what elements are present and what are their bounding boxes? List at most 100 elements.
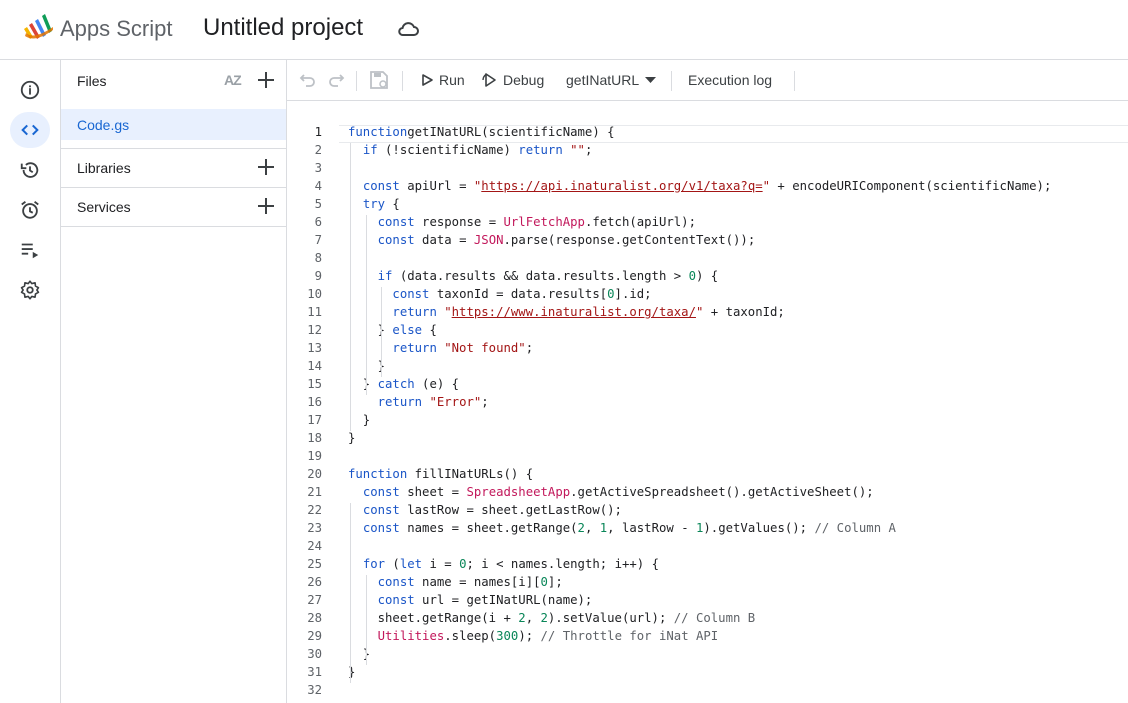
code-editor[interactable]: 1 functiongetINatURL(scientificName) {2 i… [287,101,1128,703]
line-number: 18 [307,431,322,445]
app-name[interactable]: Apps Script [60,16,173,42]
code-line[interactable]: } [348,413,370,427]
line-number: 21 [307,485,322,499]
triggers-nav-button[interactable] [10,192,50,228]
separator [356,71,357,91]
debug-label: Debug [503,72,545,88]
indent-guide [365,215,367,395]
line-number: 16 [307,395,322,409]
history-icon [20,162,39,178]
line-number: 23 [307,521,322,535]
code-line[interactable]: Utilities.sleep(300); // Throttle for iN… [348,629,719,643]
code-line[interactable]: const data = JSON.parse(response.getCont… [348,233,756,247]
sort-az-button[interactable]: AZ [224,72,242,88]
code-line[interactable]: const response = UrlFetchApp.fetch(apiUr… [348,215,696,229]
settings-nav-button[interactable] [10,272,50,308]
code-line[interactable]: const name = names[i][0]; [348,575,563,589]
executions-nav-button[interactable] [10,232,50,268]
line-number: 27 [307,593,322,607]
indent-guide [381,341,383,377]
line-number: 5 [314,197,322,211]
indent-guide [350,503,351,683]
play-icon [422,74,433,86]
add-service-icon[interactable] [256,196,276,216]
divider [61,226,286,227]
code-line[interactable]: const apiUrl = "https://api.inaturalist.… [348,179,1052,193]
gear-icon [20,280,40,300]
line-number: 6 [314,215,322,229]
run-button[interactable]: Run [420,60,465,100]
code-line[interactable]: const sheet = SpreadsheetApp.getActiveSp… [348,485,874,499]
code-line[interactable]: const lastRow = sheet.getLastRow(); [348,503,622,517]
code-line[interactable]: } [348,647,370,661]
code-line[interactable]: functiongetINatURL(scientificName) { [348,125,615,139]
line-number: 7 [314,233,322,247]
add-file-icon[interactable] [256,70,276,90]
execution-log-button[interactable]: Execution log [688,60,772,100]
top-bar: Apps Script Untitled project [0,0,1128,60]
indent-guide [350,143,351,431]
libraries-section: Libraries [61,149,286,187]
indent-guide [381,287,383,341]
editor-toolbar: Run Debug getINatURL Execution log [287,60,1128,101]
libraries-label: Libraries [77,160,131,176]
line-number: 20 [307,467,322,481]
code-line[interactable]: function fillINatURLs() { [348,467,533,481]
line-number: 11 [307,305,322,319]
line-number: 24 [307,539,322,553]
overview-nav-button[interactable] [10,72,50,108]
file-name: Code.gs [77,117,130,133]
redo-icon [329,74,345,87]
code-line[interactable]: return "Not found"; [348,341,533,355]
code-line[interactable]: if (data.results && data.results.length … [348,269,719,283]
line-number: 28 [307,611,322,625]
debug-icon [482,73,496,87]
code-line[interactable]: } [348,431,355,445]
line-number: 30 [307,647,322,661]
line-number: 9 [314,269,322,283]
code-line[interactable]: const names = sheet.getRange(2, 1, lastR… [348,521,896,535]
line-number: 2 [314,143,322,157]
save-button[interactable] [369,60,389,100]
undo-button[interactable] [299,60,317,100]
line-number: 29 [307,629,322,643]
code-line[interactable]: return "https://www.inaturalist.org/taxa… [348,305,784,319]
undo-icon [299,74,315,87]
function-select-value: getINatURL [566,72,640,88]
function-select[interactable]: getINatURL [566,60,657,100]
apps-script-logo-icon[interactable] [20,13,56,43]
add-library-icon[interactable] [256,157,276,177]
history-nav-button[interactable] [10,152,50,188]
redo-button[interactable] [327,60,345,100]
code-line[interactable]: const taxonId = data.results[0].id; [348,287,651,301]
line-number: 22 [307,503,322,517]
code-line[interactable]: sheet.getRange(i + 2, 2).setValue(url); … [348,611,756,625]
code-line[interactable]: try { [348,197,400,211]
separator [402,71,403,91]
code-line[interactable]: } else { [348,323,437,337]
line-number: 3 [314,161,322,175]
run-label: Run [439,72,465,88]
info-icon [20,80,40,100]
project-title[interactable]: Untitled project [203,14,363,42]
execution-log-label: Execution log [688,72,773,88]
code-line[interactable]: const url = getINatURL(name); [348,593,593,607]
line-number: 31 [307,665,322,679]
indent-guide [365,575,367,665]
line-number: 4 [314,179,322,193]
executions-list-icon [21,243,39,259]
line-number: 25 [307,557,322,571]
code-line[interactable]: return "Error"; [348,395,489,409]
code-line[interactable]: for (let i = 0; i < names.length; i++) { [348,557,659,571]
line-number: 17 [307,413,322,427]
cloud-saved-icon [398,22,419,36]
code-line[interactable]: if (!scientificName) return ""; [348,143,593,157]
files-panel: Files AZ Code.gs Libraries Services [61,60,287,703]
separator [671,71,672,91]
debug-button[interactable]: Debug [482,60,544,100]
file-item-code-gs[interactable]: Code.gs [61,109,286,140]
editor-nav-button[interactable] [10,112,50,148]
code-line[interactable]: } [348,359,385,373]
files-header: Files AZ [61,62,286,100]
line-number: 12 [307,323,322,337]
